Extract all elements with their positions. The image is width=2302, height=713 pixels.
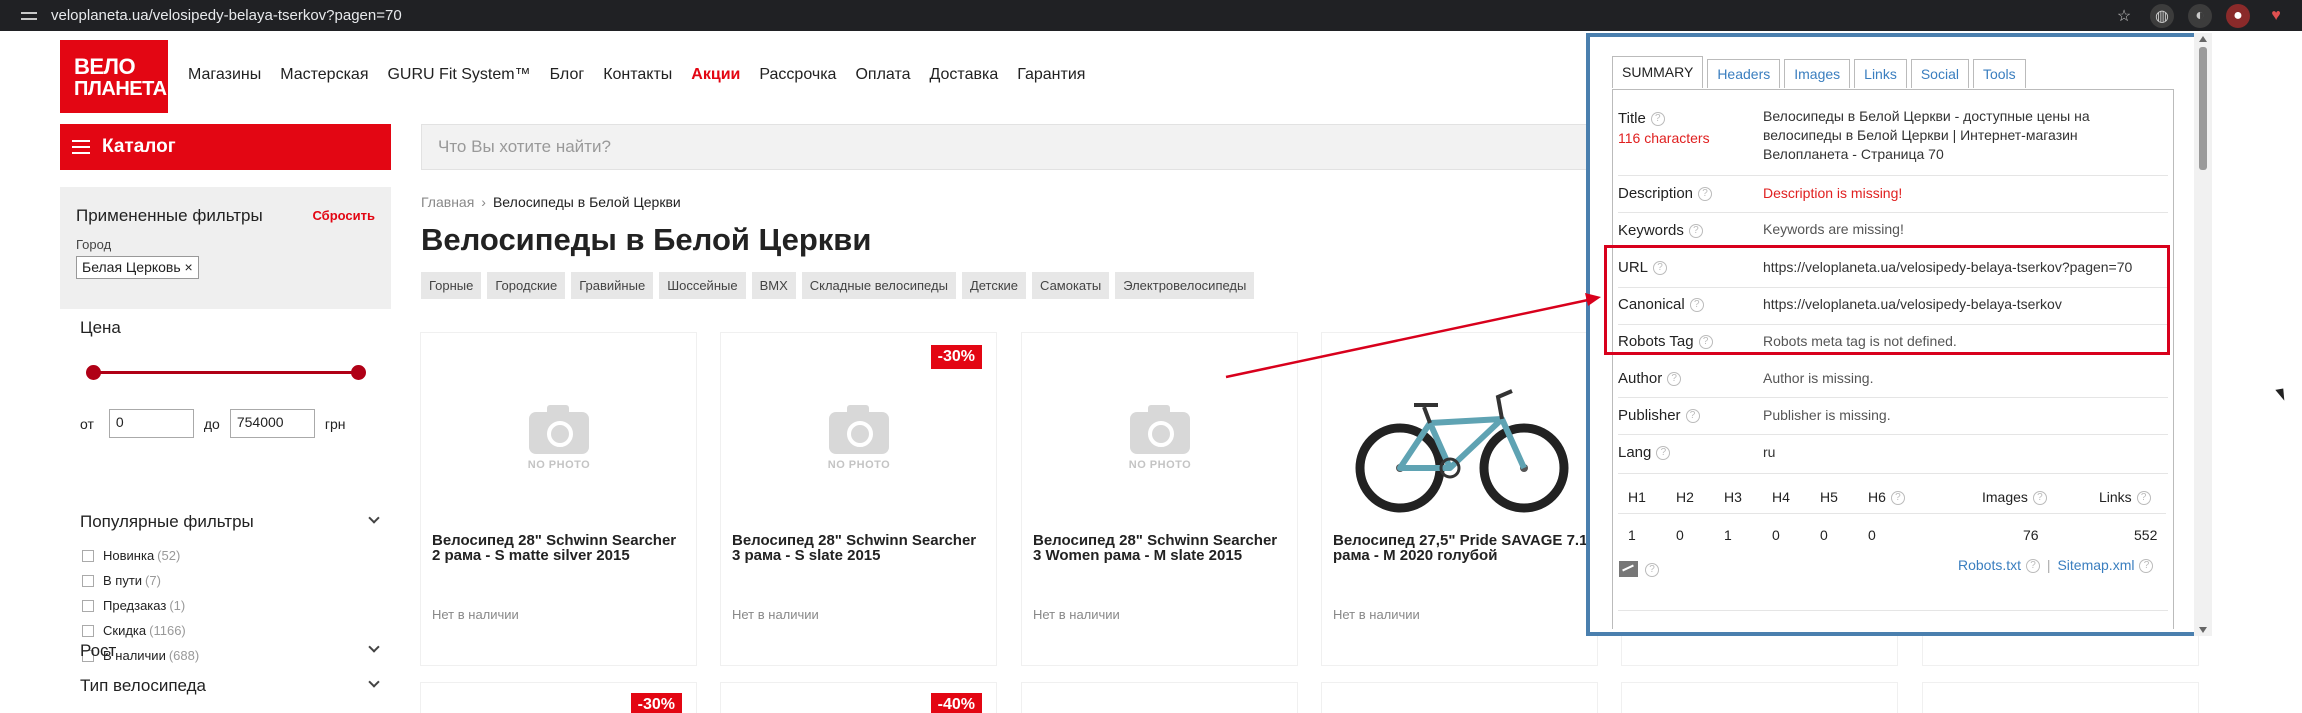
annotation-arrow <box>1225 293 1601 379</box>
